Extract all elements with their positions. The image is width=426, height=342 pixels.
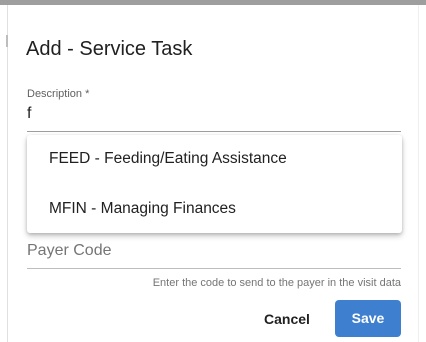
description-underline bbox=[27, 131, 401, 132]
description-label: Description * bbox=[27, 88, 90, 100]
description-input[interactable]: f bbox=[27, 105, 31, 123]
option-mfin[interactable]: MFIN - Managing Finances bbox=[27, 187, 402, 231]
autocomplete-dropdown: FEED - Feeding/Eating Assistance MFIN - … bbox=[27, 135, 402, 233]
payer-code-hint: Enter the code to send to the payer in t… bbox=[152, 277, 401, 289]
save-button[interactable]: Save bbox=[335, 300, 401, 337]
option-feed[interactable]: FEED - Feeding/Eating Assistance bbox=[27, 137, 402, 181]
payer-code-underline bbox=[27, 268, 401, 269]
backdrop-left bbox=[0, 5, 8, 342]
backdrop-right bbox=[418, 5, 426, 342]
dialog-title: Add - Service Task bbox=[26, 38, 193, 60]
payer-code-input[interactable]: Payer Code bbox=[27, 242, 112, 260]
cancel-button[interactable]: Cancel bbox=[257, 302, 317, 336]
